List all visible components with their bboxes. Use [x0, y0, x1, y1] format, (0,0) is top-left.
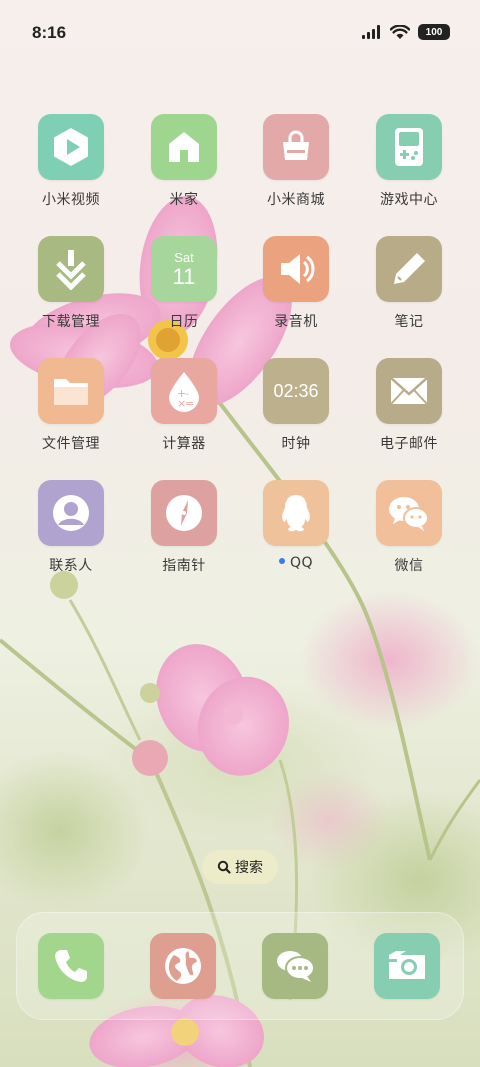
app-tile[interactable]: [151, 114, 217, 180]
app-label: 录音机: [274, 314, 318, 330]
app-label: 联系人: [49, 558, 93, 574]
person-icon: [53, 495, 89, 531]
camera-icon: [389, 951, 425, 979]
dock-messages[interactable]: [240, 933, 350, 999]
app-tile[interactable]: [262, 933, 328, 999]
app-contacts[interactable]: 联系人: [16, 480, 126, 575]
app-tile[interactable]: [38, 933, 104, 999]
app-recorder[interactable]: 录音机: [241, 236, 351, 331]
app-tile[interactable]: [263, 236, 329, 302]
app-tile[interactable]: [38, 358, 104, 424]
status-icons: 100: [362, 24, 450, 40]
calendar-date: 11: [172, 263, 196, 289]
app-tile[interactable]: [376, 480, 442, 546]
search-button[interactable]: 搜索: [202, 850, 278, 884]
wifi-icon: [390, 24, 410, 39]
calculator-drop-icon: + - × =: [169, 372, 199, 412]
app-clock[interactable]: 02:36 时钟: [241, 358, 351, 453]
chat-bubbles-icon: [277, 951, 315, 982]
phone-icon: [55, 950, 87, 982]
app-calendar[interactable]: Sat 11 日历: [129, 236, 239, 331]
dock-phone[interactable]: [16, 933, 126, 999]
app-tile[interactable]: [376, 114, 442, 180]
app-tile[interactable]: [376, 236, 442, 302]
app-label: 电子邮件: [380, 436, 438, 452]
globe-icon: [165, 948, 201, 984]
app-tile[interactable]: [38, 114, 104, 180]
calendar-day: Sat: [174, 249, 194, 265]
dock: [16, 912, 464, 1020]
app-tile[interactable]: [374, 933, 440, 999]
app-mi-store[interactable]: 小米商城: [241, 114, 351, 209]
app-tile[interactable]: [38, 480, 104, 546]
app-label: 米家: [169, 192, 199, 208]
status-time: 8:16: [32, 23, 67, 42]
app-notes[interactable]: 笔记: [354, 236, 464, 331]
gamepad-icon: [395, 128, 423, 166]
app-label: 游戏中心: [380, 192, 438, 208]
app-label: 时钟: [281, 436, 311, 452]
notification-dot: [278, 558, 285, 564]
qq-penguin-icon: [282, 495, 310, 532]
app-tile[interactable]: [150, 933, 216, 999]
app-downloads[interactable]: 下载管理: [16, 236, 126, 331]
wechat-icon: [389, 497, 429, 531]
app-label: 计算器: [162, 436, 206, 452]
search-label: 搜索: [235, 860, 263, 876]
folder-icon: [54, 379, 88, 405]
search-icon: [217, 860, 231, 874]
app-label: 指南针: [162, 558, 206, 574]
signal-icon: [362, 25, 380, 39]
play-hexagon-icon: [54, 128, 88, 166]
status-bar: 8:16 100: [0, 0, 480, 68]
app-label: 笔记: [394, 314, 424, 330]
app-label: QQ: [289, 555, 314, 571]
app-tile[interactable]: Sat 11: [151, 236, 217, 302]
app-tile[interactable]: [263, 114, 329, 180]
app-tile[interactable]: [151, 480, 217, 546]
app-qq[interactable]: QQ: [241, 480, 351, 571]
app-wechat[interactable]: 微信: [354, 480, 464, 575]
app-mi-video[interactable]: 小米视频: [16, 114, 126, 209]
app-label: 文件管理: [42, 436, 100, 452]
envelope-icon: [390, 377, 428, 405]
pen-icon: [394, 253, 425, 284]
dock-browser[interactable]: [128, 933, 238, 999]
svg-text:=: =: [185, 397, 194, 410]
app-calculator[interactable]: + - × = 计算器: [129, 358, 239, 453]
compass-icon: [166, 495, 202, 531]
shopping-bag-icon: [283, 130, 309, 160]
app-game-center[interactable]: 游戏中心: [354, 114, 464, 209]
app-label-row: QQ: [241, 555, 351, 571]
app-compass[interactable]: 指南针: [129, 480, 239, 575]
app-mi-home[interactable]: 米家: [129, 114, 239, 209]
app-tile[interactable]: [38, 236, 104, 302]
app-file-manager[interactable]: 文件管理: [16, 358, 126, 453]
app-label: 下载管理: [42, 314, 100, 330]
app-tile[interactable]: [376, 358, 442, 424]
app-label: 日历: [169, 314, 199, 330]
battery-icon: 100: [418, 24, 450, 40]
app-label: 小米视频: [42, 192, 100, 208]
app-label: 小米商城: [267, 192, 325, 208]
app-email[interactable]: 电子邮件: [354, 358, 464, 453]
speaker-icon: [281, 254, 315, 284]
app-label: 微信: [394, 558, 424, 574]
app-tile[interactable]: + - × =: [151, 358, 217, 424]
house-icon: [169, 132, 199, 162]
download-arrow-icon: [56, 250, 86, 290]
app-tile[interactable]: 02:36: [263, 358, 329, 424]
app-tile[interactable]: [263, 480, 329, 546]
dock-camera[interactable]: [352, 933, 462, 999]
clock-display: 02:36: [273, 380, 319, 401]
